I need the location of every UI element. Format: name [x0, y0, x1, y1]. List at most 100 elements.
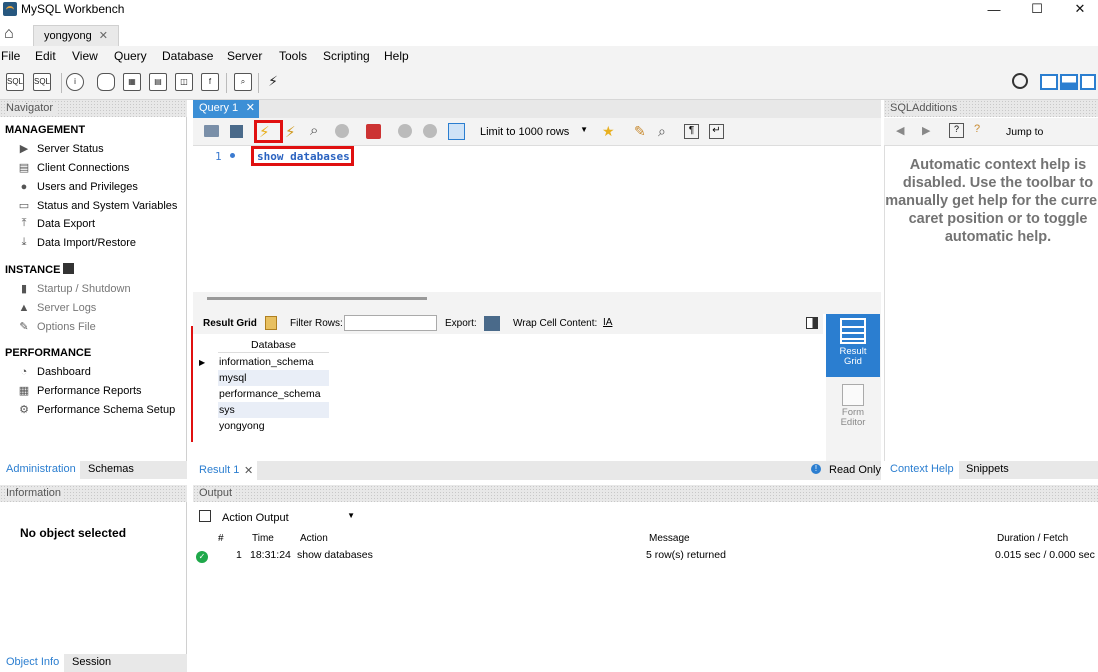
manual-help-icon[interactable]: ?: [949, 123, 964, 138]
menu-help[interactable]: Help: [384, 49, 409, 63]
close-result-tab-icon[interactable]: ✕: [244, 464, 253, 477]
create-schema-icon[interactable]: [97, 73, 115, 91]
tab-schemas[interactable]: Schemas: [88, 463, 134, 475]
form-editor-view-button[interactable]: Form Editor: [826, 382, 880, 437]
result-grid-label[interactable]: Result Grid: [203, 318, 257, 329]
grid-view-icon[interactable]: [265, 316, 277, 330]
wrap-lines-icon[interactable]: ↵: [709, 124, 724, 139]
create-table-icon[interactable]: ▦: [123, 73, 141, 91]
menu-tools[interactable]: Tools: [279, 49, 307, 63]
create-procedure-icon[interactable]: ◫: [175, 73, 193, 91]
chevron-down-icon: ▼: [580, 125, 588, 134]
sql-editor[interactable]: 1 show databases: [193, 146, 881, 292]
maximize-button[interactable]: ☐: [1015, 0, 1059, 18]
tab-administration[interactable]: Administration: [6, 463, 76, 475]
nav-users-privileges[interactable]: ● Users and Privileges: [17, 180, 138, 193]
open-sql-script-icon[interactable]: SQL: [33, 73, 51, 91]
inspector-icon[interactable]: i: [66, 73, 84, 91]
client-connections-icon: ▤: [18, 162, 30, 174]
action-output-select[interactable]: Action Output ▼: [217, 508, 358, 527]
query-tab[interactable]: Query 1 ✕: [193, 100, 259, 118]
result-grid[interactable]: Database ▶ information_schema mysql perf…: [193, 334, 823, 461]
table-row[interactable]: sys: [218, 402, 329, 418]
table-row[interactable]: information_schema: [218, 354, 329, 370]
execute-lightning-icon[interactable]: ⚡: [259, 123, 270, 141]
invisible-chars-icon[interactable]: ¶: [684, 124, 699, 139]
menu-server[interactable]: Server: [227, 49, 262, 63]
editor-result-splitter[interactable]: [193, 292, 881, 314]
nav-startup-shutdown[interactable]: ▮ Startup / Shutdown: [17, 282, 131, 296]
result-1-tab[interactable]: Result 1: [199, 464, 239, 476]
auto-commit-icon[interactable]: [448, 123, 465, 140]
nav-data-export[interactable]: ⤒ Data Export: [17, 217, 96, 230]
result-grid-view-button[interactable]: Result Grid: [826, 314, 880, 377]
copy-output-icon[interactable]: [199, 510, 211, 522]
minimize-button[interactable]: —: [972, 0, 1016, 18]
table-row[interactable]: performance_schema: [218, 386, 329, 402]
nav-server-status[interactable]: ▶ Server Status: [17, 142, 104, 156]
information-tabs: Object Info Session: [0, 654, 187, 672]
tab-snippets[interactable]: Snippets: [966, 463, 1009, 475]
forward-icon[interactable]: ▶: [922, 124, 930, 137]
menu-query[interactable]: Query: [114, 49, 147, 63]
column-header-database[interactable]: Database: [218, 336, 329, 353]
sql-code-line[interactable]: show databases: [257, 150, 350, 163]
preferences-icon[interactable]: [1012, 73, 1028, 89]
toolbar-separator: [226, 73, 227, 93]
create-view-icon[interactable]: ▤: [149, 73, 167, 91]
toggle-sidebar-icon[interactable]: [1040, 74, 1058, 90]
back-icon[interactable]: ◀: [896, 124, 904, 137]
toggle-secondary-sidebar-icon[interactable]: [1080, 74, 1096, 90]
nav-performance-schema-setup[interactable]: ⚙ Performance Schema Setup: [17, 403, 175, 417]
rollback-icon[interactable]: [423, 124, 437, 138]
menu-scripting[interactable]: Scripting: [323, 49, 370, 63]
close-query-tab-icon[interactable]: ✕: [246, 101, 255, 114]
new-sql-tab-icon[interactable]: SQL: [6, 73, 24, 91]
toggle-result-panel-icon[interactable]: [806, 317, 818, 329]
table-row[interactable]: mysql: [218, 370, 329, 386]
wrap-cell-icon[interactable]: IA: [603, 317, 612, 328]
nav-status-system-variables[interactable]: ▭ Status and System Variables: [17, 199, 178, 213]
nav-options-file[interactable]: ✎ Options File: [17, 320, 95, 334]
close-window-button[interactable]: ✕: [1058, 0, 1098, 18]
tab-object-info[interactable]: Object Info: [6, 656, 59, 668]
limit-rows-select[interactable]: Limit to 1000 rows ▼: [472, 122, 592, 142]
mysql-workbench-logo-icon: [3, 2, 17, 16]
close-tab-icon[interactable]: ✕: [99, 29, 108, 42]
save-icon[interactable]: [230, 125, 243, 138]
window-title: MySQL Workbench: [21, 2, 125, 16]
tab-context-help[interactable]: Context Help: [890, 463, 954, 475]
stop-icon[interactable]: [335, 124, 349, 138]
auto-help-icon[interactable]: ?: [974, 123, 989, 138]
home-icon[interactable]: ⌂: [4, 26, 14, 42]
tab-session[interactable]: Session: [72, 656, 111, 668]
menu-file[interactable]: File: [1, 49, 20, 63]
commit-icon[interactable]: [398, 124, 412, 138]
reconnect-icon[interactable]: ⚡: [264, 73, 282, 91]
nav-data-import[interactable]: ⤓ Data Import/Restore: [17, 236, 136, 249]
find-icon[interactable]: ⌕: [658, 123, 666, 140]
open-folder-icon[interactable]: [204, 125, 219, 137]
jump-to-select[interactable]: Jump to: [1006, 126, 1043, 138]
toggle-output-icon[interactable]: [1060, 74, 1078, 90]
nav-server-logs[interactable]: ▲ Server Logs: [17, 301, 97, 314]
export-icon[interactable]: [484, 316, 500, 331]
menu-view[interactable]: View: [72, 49, 98, 63]
menu-database[interactable]: Database: [162, 49, 213, 63]
connection-tab-yongyong[interactable]: yongyong ✕: [33, 25, 119, 46]
toggle-error-icon[interactable]: [366, 124, 381, 139]
beautify-broom-icon[interactable]: ✎: [634, 123, 646, 140]
create-function-icon[interactable]: f: [201, 73, 219, 91]
explain-icon[interactable]: ⌕: [310, 122, 318, 139]
menu-edit[interactable]: Edit: [35, 49, 56, 63]
filter-rows-input[interactable]: [344, 315, 437, 331]
table-row[interactable]: yongyong: [218, 418, 329, 434]
execute-current-icon[interactable]: ⚡: [285, 123, 296, 141]
add-snippet-star-icon[interactable]: ★: [602, 123, 615, 140]
nav-client-connections[interactable]: ▤ Client Connections: [17, 161, 130, 175]
nav-performance-reports[interactable]: ▦ Performance Reports: [17, 384, 142, 398]
server-status-icon: ▶: [19, 143, 29, 155]
nav-dashboard[interactable]: ◔ Dashboard: [17, 365, 91, 378]
search-table-data-icon[interactable]: ⌕: [234, 73, 252, 91]
output-header: Output: [193, 485, 1098, 502]
